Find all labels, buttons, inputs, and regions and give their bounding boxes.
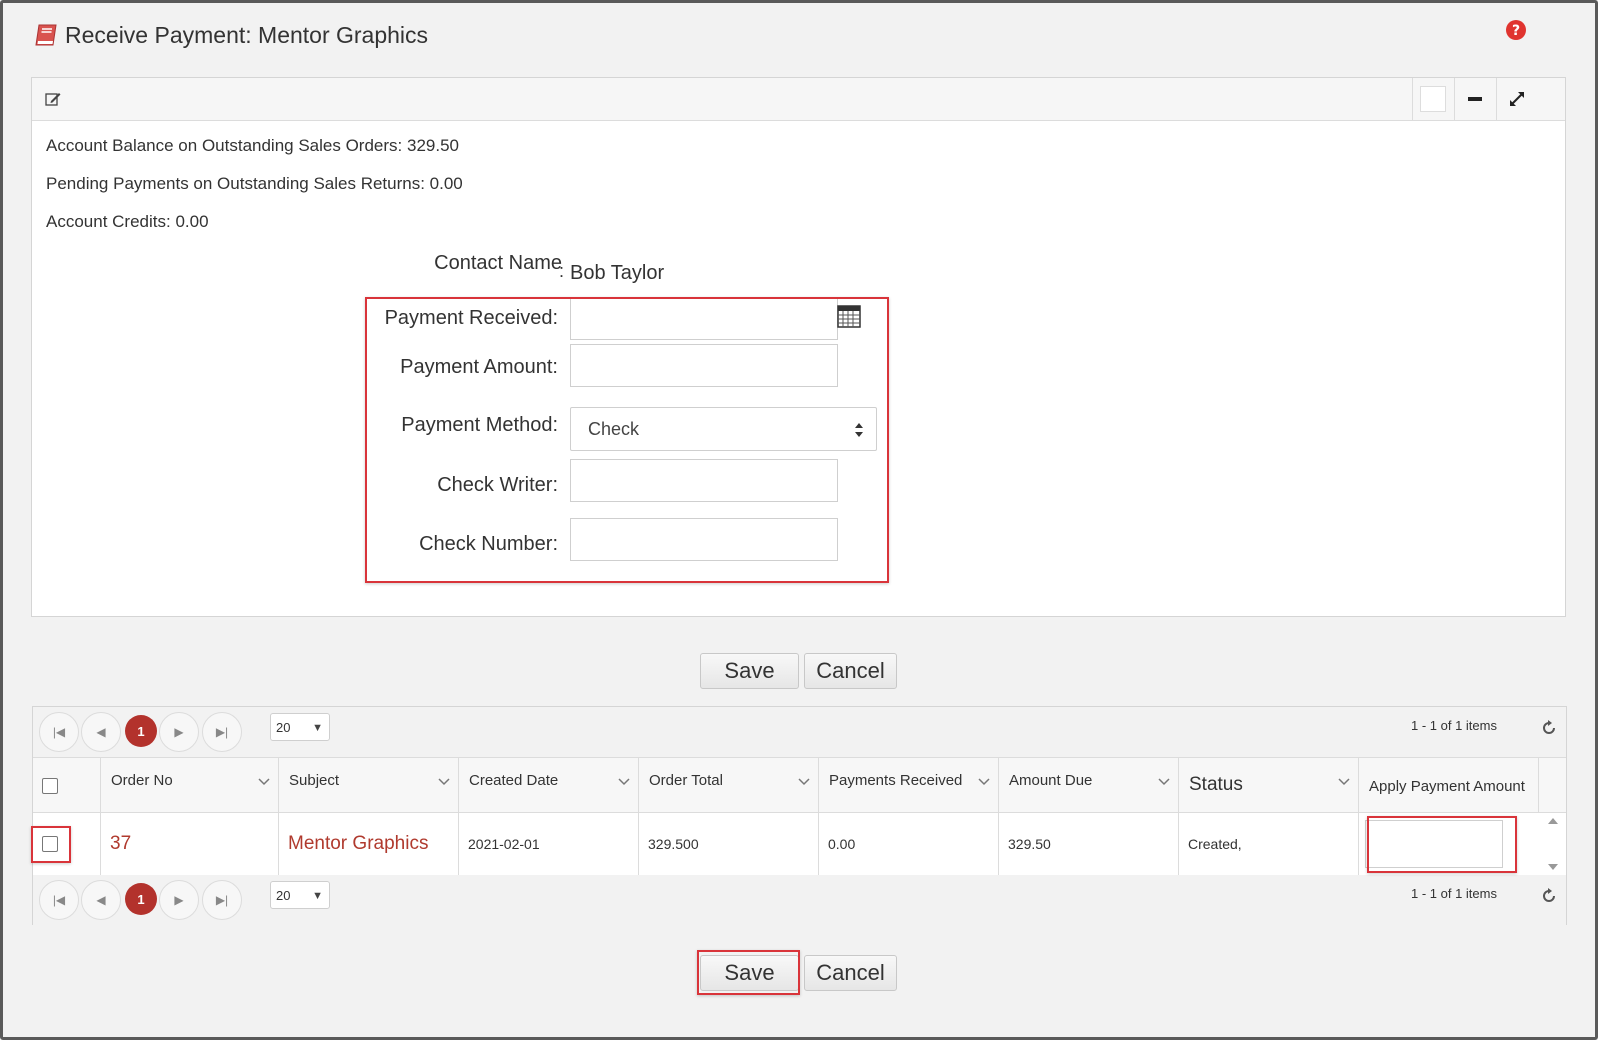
column-order-total-label: Order Total bbox=[649, 772, 723, 789]
first-page-button[interactable]: |◀ bbox=[39, 712, 79, 752]
expand-button[interactable] bbox=[1496, 78, 1536, 120]
select-all-cell bbox=[33, 758, 100, 814]
orders-grid: |◀ ◀ 1 ▶ ▶| 20 ▼ 1 - 1 of 1 items Order … bbox=[31, 706, 1568, 925]
table-row[interactable]: 37 Mentor Graphics 2021-02-01 329.500 0.… bbox=[33, 813, 1566, 875]
order-no-link[interactable]: 37 bbox=[100, 813, 278, 875]
contact-name-separator: : bbox=[559, 261, 565, 281]
chevron-down-icon bbox=[258, 778, 270, 786]
select-all-checkbox[interactable] bbox=[42, 778, 58, 794]
cancel-button-top[interactable]: Cancel bbox=[804, 653, 897, 689]
column-order-no-label: Order No bbox=[111, 772, 173, 789]
pager-bottom: |◀ ◀ 1 ▶ ▶| 20 ▼ 1 - 1 of 1 items bbox=[33, 875, 1566, 925]
save-button-highlight bbox=[697, 950, 800, 995]
account-balance-text: Account Balance on Outstanding Sales Ord… bbox=[46, 136, 459, 155]
form-highlight-box bbox=[365, 297, 889, 583]
status-cell: Created, bbox=[1178, 813, 1358, 875]
next-page-icon: ▶ bbox=[174, 725, 184, 739]
account-credits-text: Account Credits: 0.00 bbox=[46, 212, 209, 231]
dropdown-arrow-icon: ▼ bbox=[312, 890, 323, 902]
scroll-down-icon[interactable] bbox=[1547, 863, 1559, 871]
pager-info: 1 - 1 of 1 items bbox=[1411, 886, 1497, 901]
page-size-select[interactable]: 20 ▼ bbox=[270, 881, 330, 909]
next-page-button[interactable]: ▶ bbox=[159, 880, 199, 920]
prev-page-icon: ◀ bbox=[96, 893, 106, 907]
column-amount-due-label: Amount Due bbox=[1009, 772, 1093, 789]
pager-top: |◀ ◀ 1 ▶ ▶| 20 ▼ 1 - 1 of 1 items bbox=[33, 707, 1566, 757]
chevron-down-icon bbox=[438, 778, 450, 786]
last-page-icon: ▶| bbox=[215, 725, 229, 739]
prev-page-icon: ◀ bbox=[96, 725, 106, 739]
column-header[interactable]: Status bbox=[1178, 758, 1358, 814]
page-title: Receive Payment: Mentor Graphics bbox=[65, 21, 429, 48]
subject-link[interactable]: Mentor Graphics bbox=[278, 813, 458, 875]
refresh-icon[interactable] bbox=[1540, 719, 1558, 737]
edit-icon[interactable] bbox=[44, 90, 62, 108]
page-size-select[interactable]: 20 ▼ bbox=[270, 713, 330, 741]
column-apply-payment-label: Apply Payment Amount bbox=[1369, 778, 1525, 795]
next-page-button[interactable]: ▶ bbox=[159, 712, 199, 752]
order-total-cell: 329.500 bbox=[638, 813, 818, 875]
amount-due-cell: 329.50 bbox=[998, 813, 1178, 875]
contact-name-value: Bob Taylor bbox=[570, 262, 665, 284]
cancel-button-bottom[interactable]: Cancel bbox=[804, 955, 897, 991]
chevron-down-icon bbox=[618, 778, 630, 786]
column-header[interactable]: Subject bbox=[278, 758, 458, 814]
next-page-icon: ▶ bbox=[174, 893, 184, 907]
page-size-value: 20 bbox=[276, 887, 291, 903]
column-header[interactable]: Amount Due bbox=[998, 758, 1178, 814]
prev-page-button[interactable]: ◀ bbox=[81, 880, 121, 920]
minus-icon bbox=[1467, 97, 1482, 101]
payment-panel: Account Balance on Outstanding Sales Ord… bbox=[31, 77, 1566, 617]
current-page[interactable]: 1 bbox=[125, 715, 157, 747]
chevron-down-icon bbox=[1338, 778, 1350, 786]
scroll-up-icon[interactable] bbox=[1547, 817, 1559, 825]
column-payments-received-label: Payments Received bbox=[829, 772, 963, 789]
chevron-down-icon bbox=[1158, 778, 1170, 786]
first-page-button[interactable]: |◀ bbox=[39, 880, 79, 920]
page-header: Receive Payment: Mentor Graphics bbox=[33, 18, 428, 52]
save-button-top[interactable]: Save bbox=[700, 653, 799, 689]
current-page[interactable]: 1 bbox=[125, 883, 157, 915]
column-created-date-label: Created Date bbox=[469, 772, 559, 789]
chevron-down-icon bbox=[798, 778, 810, 786]
prev-page-button[interactable]: ◀ bbox=[81, 712, 121, 752]
row-checkbox-highlight bbox=[31, 826, 71, 863]
column-header[interactable]: Order Total bbox=[638, 758, 818, 814]
column-status-label: Status bbox=[1189, 774, 1243, 795]
panel-toolbar bbox=[32, 78, 1565, 121]
last-page-icon: ▶| bbox=[215, 893, 229, 907]
toggle-box bbox=[1419, 86, 1446, 112]
column-subject-label: Subject bbox=[289, 772, 340, 789]
pending-payments-text: Pending Payments on Outstanding Sales Re… bbox=[46, 174, 463, 193]
pager-info: 1 - 1 of 1 items bbox=[1411, 718, 1497, 733]
toggle-box-button[interactable] bbox=[1412, 78, 1452, 120]
last-page-button[interactable]: ▶| bbox=[202, 712, 242, 752]
page-size-value: 20 bbox=[276, 719, 291, 735]
column-header[interactable]: Created Date bbox=[458, 758, 638, 814]
column-header[interactable]: Apply Payment Amount bbox=[1358, 758, 1538, 814]
column-header[interactable]: Payments Received bbox=[818, 758, 998, 814]
minimize-button[interactable] bbox=[1454, 78, 1494, 120]
scroll-header-spacer bbox=[1538, 758, 1568, 814]
table-header: Order No Subject Created Date Order Tota… bbox=[33, 757, 1568, 814]
dropdown-arrow-icon: ▼ bbox=[312, 722, 323, 734]
apply-payment-highlight bbox=[1367, 816, 1517, 873]
contact-name-label: Contact Name bbox=[434, 252, 562, 274]
help-icon[interactable]: ? bbox=[1505, 19, 1527, 41]
first-page-icon: |◀ bbox=[52, 893, 66, 907]
first-page-icon: |◀ bbox=[52, 725, 66, 739]
expand-icon bbox=[1509, 92, 1524, 106]
column-header[interactable]: Order No bbox=[100, 758, 278, 814]
refresh-icon[interactable] bbox=[1540, 887, 1558, 905]
payments-received-cell: 0.00 bbox=[818, 813, 998, 875]
chevron-down-icon bbox=[978, 778, 990, 786]
book-icon bbox=[35, 24, 57, 46]
svg-text:?: ? bbox=[1512, 23, 1520, 39]
last-page-button[interactable]: ▶| bbox=[202, 880, 242, 920]
created-date-cell: 2021-02-01 bbox=[458, 813, 638, 875]
